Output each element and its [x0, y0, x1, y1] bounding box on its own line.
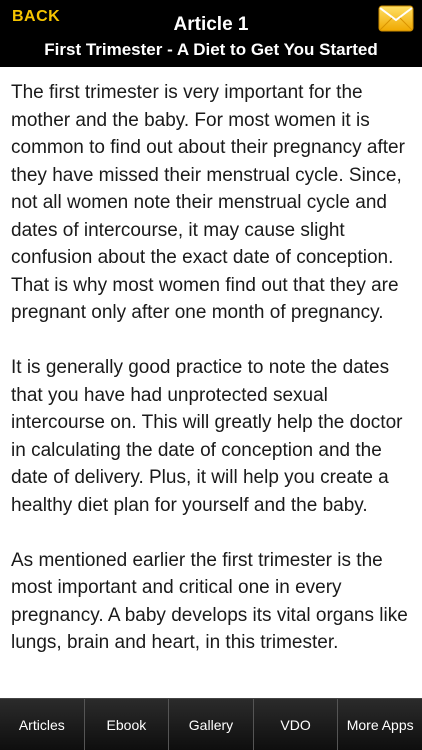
article-paragraph: It is generally good practice to note th… — [11, 357, 403, 516]
tab-gallery[interactable]: Gallery — [169, 699, 254, 750]
article-subtitle: First Trimester - A Diet to Get You Star… — [44, 40, 378, 59]
tab-ebook[interactable]: Ebook — [84, 699, 170, 750]
article-paragraph: The first trimester is very important fo… — [11, 82, 405, 323]
tab-more-apps[interactable]: More Apps — [338, 699, 422, 750]
article-body: The first trimester is very important fo… — [0, 67, 422, 657]
tab-vdo[interactable]: VDO — [253, 699, 339, 750]
header-bar: BACK Article 1 First Trimester - A Diet … — [0, 0, 422, 68]
app-screen: BACK Article 1 First Trimester - A Diet … — [0, 0, 422, 750]
tab-articles[interactable]: Articles — [0, 699, 85, 750]
bottom-tab-bar: Articles Ebook Gallery VDO More Apps — [0, 698, 422, 750]
envelope-icon — [378, 5, 414, 32]
article-paragraph: As mentioned earlier the first trimester… — [11, 549, 408, 654]
article-content[interactable]: The first trimester is very important fo… — [0, 67, 422, 699]
page-title: Article 1 — [173, 14, 249, 35]
mail-button[interactable] — [378, 5, 414, 32]
